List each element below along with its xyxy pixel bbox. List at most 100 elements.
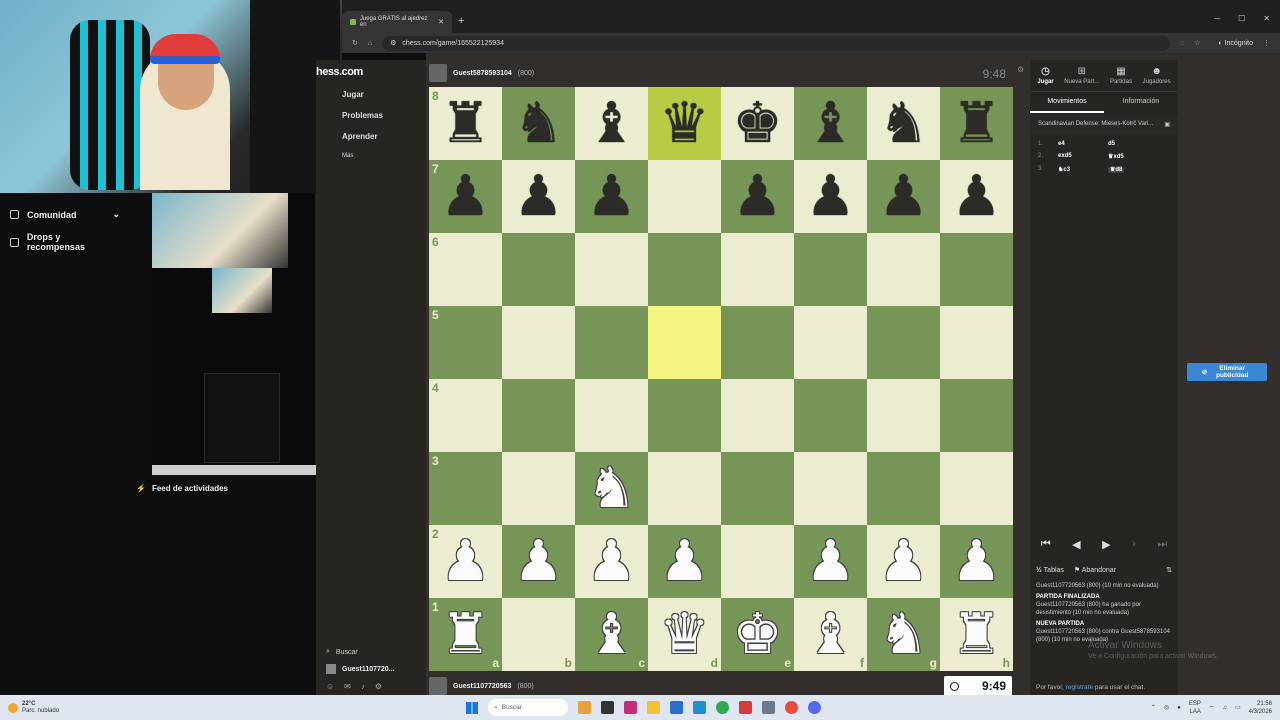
- square-e2[interactable]: [721, 525, 794, 598]
- square-d5[interactable]: [648, 306, 721, 379]
- white-knight-icon[interactable]: ♞: [878, 606, 928, 663]
- square-c5[interactable]: [575, 306, 648, 379]
- mail-icon[interactable]: ✉: [344, 682, 351, 691]
- taskbar-search[interactable]: ⌕ Buscar: [488, 699, 568, 716]
- black-knight-icon[interactable]: ♞: [513, 95, 563, 152]
- flip-board-icon[interactable]: ⇅: [1166, 566, 1172, 574]
- square-d7[interactable]: [648, 160, 721, 233]
- copilot-icon[interactable]: [624, 701, 637, 714]
- notepad-icon[interactable]: [762, 701, 775, 714]
- white-move[interactable]: e4: [1058, 141, 1108, 147]
- friends-icon[interactable]: ☺: [326, 682, 334, 691]
- subtab-info[interactable]: Información: [1104, 92, 1178, 113]
- square-a7[interactable]: 7 ♟: [429, 160, 502, 233]
- black-king-icon[interactable]: ♚: [732, 95, 782, 152]
- square-e5[interactable]: [721, 306, 794, 379]
- square-d2[interactable]: ♟: [648, 525, 721, 598]
- square-e6[interactable]: [721, 233, 794, 306]
- obs-icon[interactable]: [739, 701, 752, 714]
- black-move[interactable]: d5: [1108, 141, 1115, 147]
- square-d1[interactable]: d ♛: [648, 598, 721, 671]
- black-pawn-icon[interactable]: ♟: [732, 168, 782, 225]
- subtab-moves[interactable]: Movimientos: [1030, 92, 1104, 113]
- prev-move-icon[interactable]: ◀: [1072, 538, 1080, 551]
- white-pawn-icon[interactable]: ♟: [805, 533, 855, 590]
- top-player-name[interactable]: Guest5878593104: [453, 70, 512, 77]
- wifi-icon[interactable]: ⌔: [1209, 704, 1215, 712]
- square-a5[interactable]: 5: [429, 306, 502, 379]
- bell-icon[interactable]: ♪: [361, 682, 365, 691]
- first-move-icon[interactable]: ⏮: [1041, 538, 1051, 551]
- square-a4[interactable]: 4: [429, 379, 502, 452]
- square-e7[interactable]: ♟: [721, 160, 794, 233]
- white-knight-icon[interactable]: ♞: [586, 460, 636, 517]
- widgets-icon[interactable]: [578, 701, 591, 714]
- square-h7[interactable]: ♟: [940, 160, 1013, 233]
- weather-widget[interactable]: 22°C Parc. nublado: [0, 701, 200, 715]
- settings-icon[interactable]: ⚙: [375, 682, 382, 691]
- square-g6[interactable]: [867, 233, 940, 306]
- square-f2[interactable]: ♟: [794, 525, 867, 598]
- square-d8[interactable]: ♛: [648, 87, 721, 160]
- star-icon[interactable]: ☆: [1194, 39, 1200, 47]
- battery-icon[interactable]: ▭: [1235, 704, 1241, 711]
- white-bishop-icon[interactable]: ♝: [586, 606, 636, 663]
- square-c8[interactable]: ♝: [575, 87, 648, 160]
- square-e3[interactable]: [721, 452, 794, 525]
- white-pawn-icon[interactable]: ♟: [586, 533, 636, 590]
- white-pawn-icon[interactable]: ♟: [513, 533, 563, 590]
- white-rook-icon[interactable]: ♜: [951, 606, 1001, 663]
- close-window-icon[interactable]: ✕: [1263, 14, 1270, 23]
- black-move[interactable]: ♛xd5: [1108, 154, 1124, 160]
- square-g3[interactable]: [867, 452, 940, 525]
- square-d4[interactable]: [648, 379, 721, 452]
- clock[interactable]: 21:56 4/3/2026: [1249, 700, 1272, 716]
- opening-name[interactable]: Scandinavian Defense: Mieses-Kotrč Vari.…: [1030, 115, 1178, 134]
- white-pawn-icon[interactable]: ♟: [878, 533, 928, 590]
- square-h8[interactable]: ♜: [940, 87, 1013, 160]
- square-a8[interactable]: 8 ♜: [429, 87, 502, 160]
- nav-puzzles[interactable]: Problemas: [316, 105, 426, 126]
- chevron-down-icon[interactable]: ⌄: [112, 209, 120, 220]
- incognito-badge[interactable]: ◐ Incógnito: [1218, 40, 1253, 47]
- square-c2[interactable]: ♟: [575, 525, 648, 598]
- draw-button[interactable]: ½ Tablas: [1036, 567, 1064, 574]
- black-rook-icon[interactable]: ♜: [951, 95, 1001, 152]
- square-b6[interactable]: [502, 233, 575, 306]
- white-pawn-icon[interactable]: ♟: [951, 533, 1001, 590]
- black-move[interactable]: ♛d8: [1108, 167, 1125, 173]
- square-g7[interactable]: ♟: [867, 160, 940, 233]
- black-knight-icon[interactable]: ♞: [878, 95, 928, 152]
- square-d3[interactable]: [648, 452, 721, 525]
- community-item[interactable]: Comunidad ⌄: [0, 203, 130, 226]
- store-icon[interactable]: [670, 701, 683, 714]
- square-b5[interactable]: [502, 306, 575, 379]
- mail-app-icon[interactable]: [693, 701, 706, 714]
- nav-play[interactable]: Jugar: [316, 84, 426, 105]
- search-row[interactable]: ⌕ Buscar: [326, 644, 426, 660]
- black-pawn-icon[interactable]: ♟: [513, 168, 563, 225]
- black-pawn-icon[interactable]: ♟: [878, 168, 928, 225]
- file-explorer-icon[interactable]: [647, 701, 660, 714]
- chess-logo[interactable]: hess.com: [290, 60, 426, 84]
- user-row[interactable]: Guest1107720...: [326, 660, 426, 678]
- square-a1[interactable]: 1 a ♜: [429, 598, 502, 671]
- chrome-icon[interactable]: [785, 701, 798, 714]
- square-h1[interactable]: h ♜: [940, 598, 1013, 671]
- black-pawn-icon[interactable]: ♟: [586, 168, 636, 225]
- square-h6[interactable]: [940, 233, 1013, 306]
- eye-off-icon[interactable]: ◌: [1180, 40, 1184, 47]
- next-move-icon[interactable]: ›: [1132, 538, 1136, 551]
- white-pawn-icon[interactable]: ♟: [440, 533, 490, 590]
- white-pawn-icon[interactable]: ♟: [659, 533, 709, 590]
- square-h4[interactable]: [940, 379, 1013, 452]
- menu-icon[interactable]: ⋮: [1263, 39, 1270, 47]
- chess-board[interactable]: 8 ♜ ♞ ♝ ♛ ♚ ♝ ♞ ♜ 7 ♟ ♟ ♟ ♟ ♟ ♟ ♟ 6 5 4 3 ♞ 2 ♟ ♟ ♟ ♟ ♟ ♟ ♟ 1 a ♜ b c ♝ d ♛ e ♚…: [429, 87, 1013, 671]
- square-g2[interactable]: ♟: [867, 525, 940, 598]
- square-g5[interactable]: [867, 306, 940, 379]
- white-move[interactable]: exd5: [1058, 153, 1108, 160]
- square-a6[interactable]: 6: [429, 233, 502, 306]
- black-bishop-icon[interactable]: ♝: [805, 95, 855, 152]
- square-c1[interactable]: c ♝: [575, 598, 648, 671]
- square-c4[interactable]: [575, 379, 648, 452]
